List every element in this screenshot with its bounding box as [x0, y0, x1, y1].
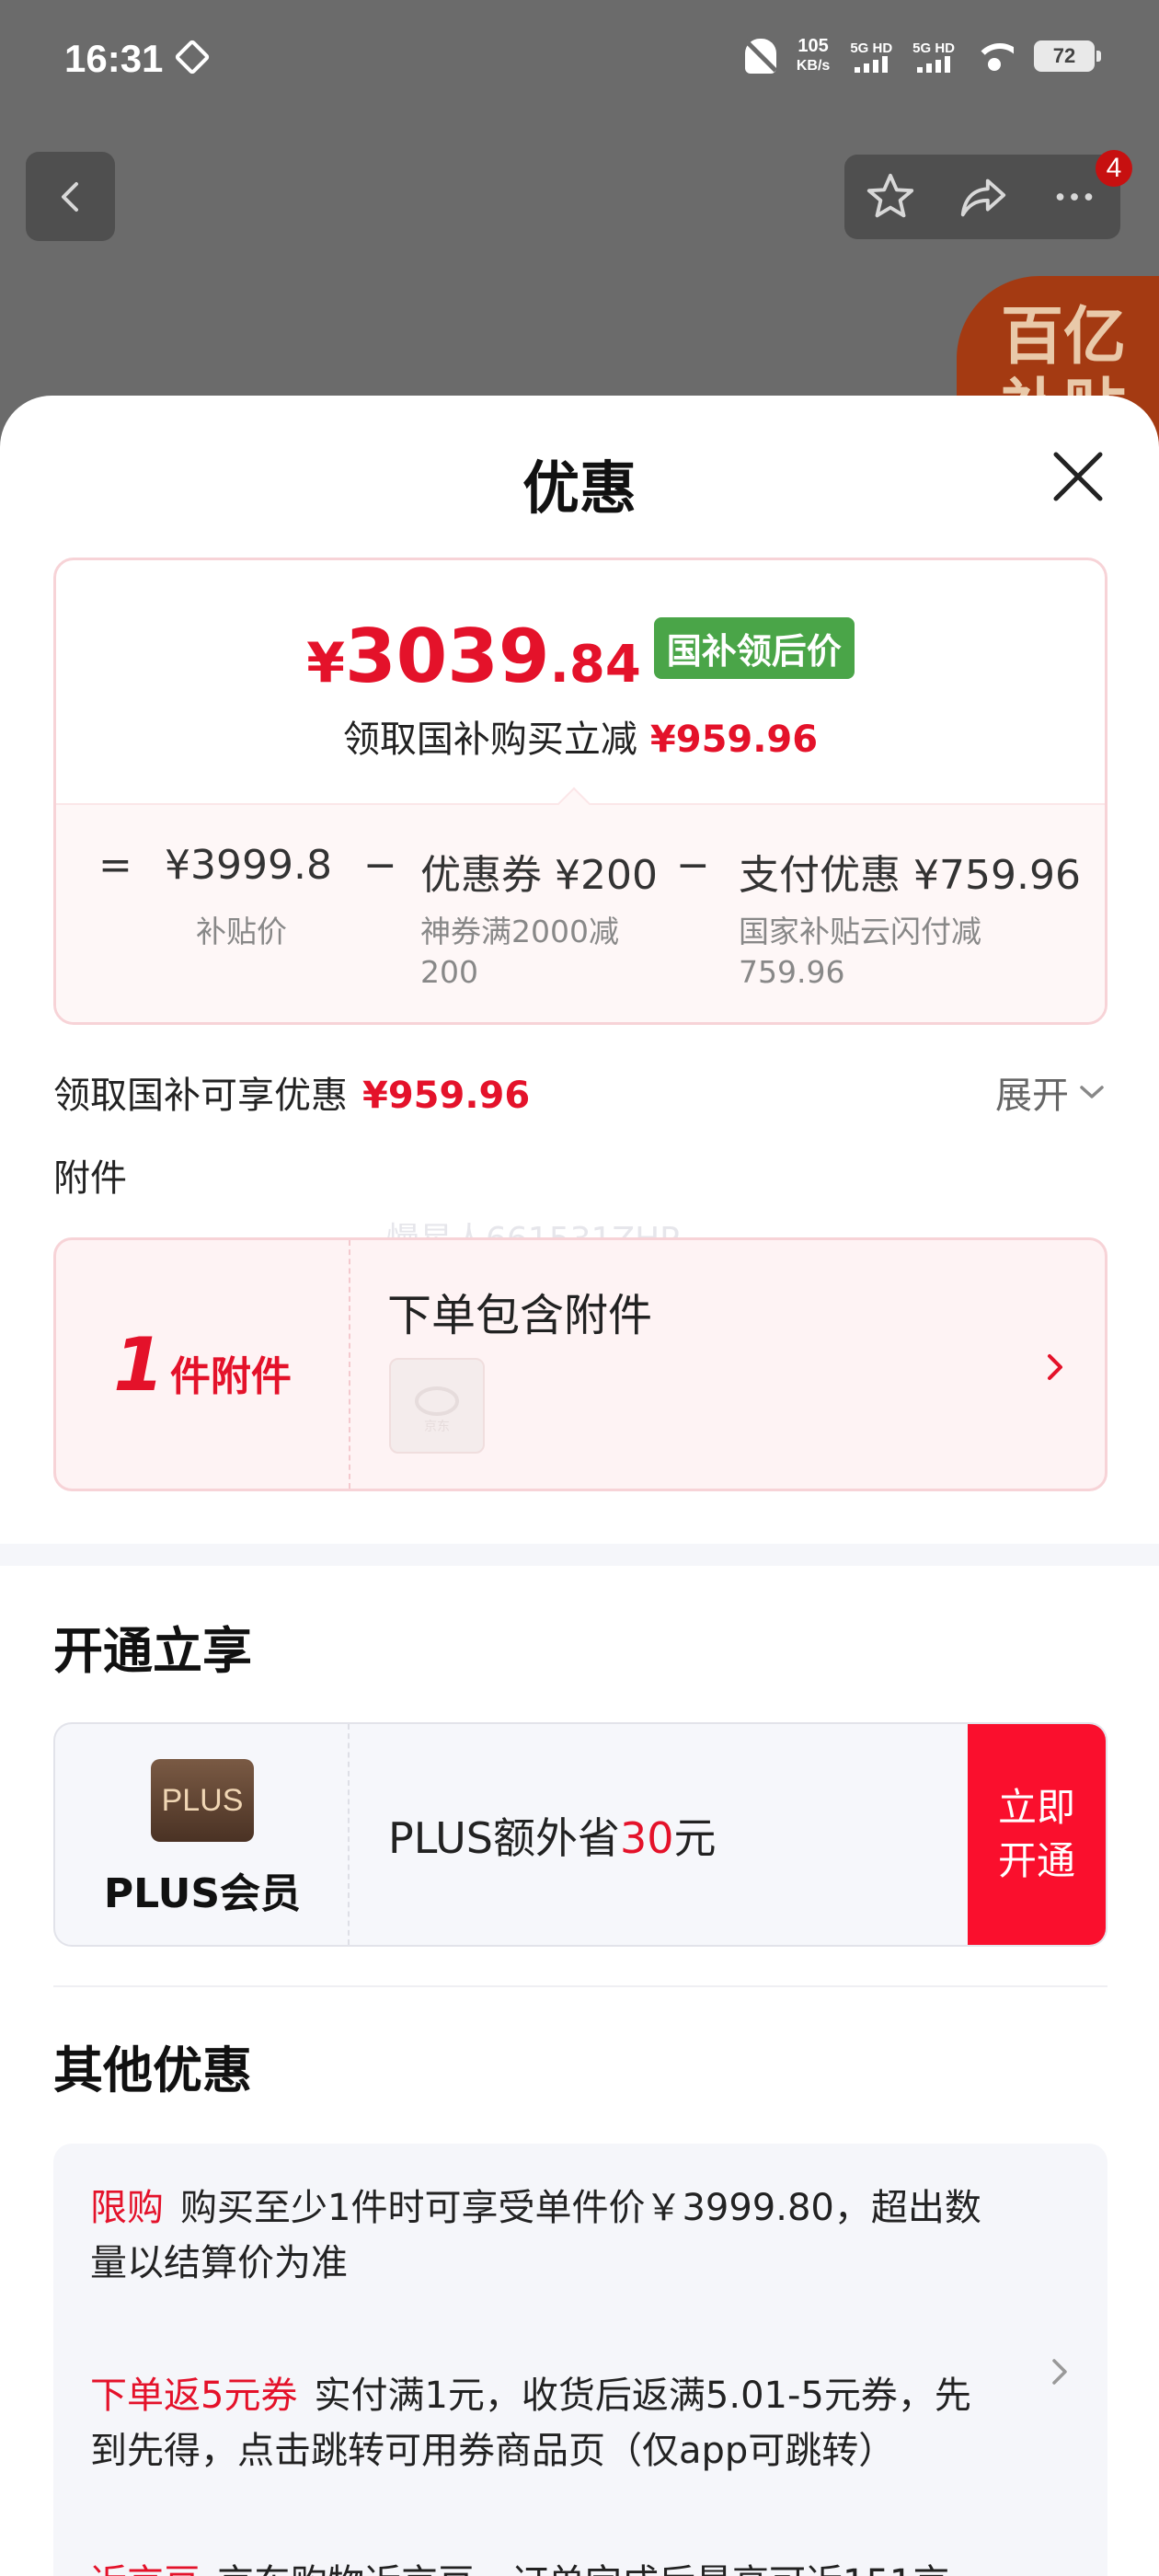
signal-sim1-icon: 5G HD: [850, 40, 892, 73]
price-subtitle-amount: ¥959.96: [649, 719, 819, 761]
payment-discount-desc: 国家补贴云闪付减 759.96: [739, 912, 981, 993]
plus-brand: PLUS PLUS会员: [55, 1724, 350, 1945]
share-icon[interactable]: [956, 170, 1009, 224]
battery-level: 72: [1052, 44, 1076, 67]
other-offers-title: 其他优惠: [53, 2041, 252, 2099]
expand-toggle[interactable]: 展开: [995, 1065, 1106, 1119]
plus-button-line2: 开通: [997, 1838, 1075, 1883]
payment-desc-line1: 国家补贴云闪付减: [739, 914, 981, 949]
close-icon[interactable]: [1049, 447, 1107, 506]
accessory-card[interactable]: 1 件附件 下单包含附件 京东: [53, 1237, 1107, 1491]
offer-text-line2: 量以结算价为准: [90, 2242, 348, 2284]
mute-bell-icon: [744, 39, 776, 74]
notification-badge: 4: [1096, 150, 1132, 187]
accessory-count-unit: 件附件: [169, 1353, 292, 1400]
accessory-title: 下单包含附件: [387, 1290, 653, 1341]
status-bar: 16:31 105 KB/s 5G HD 5G HD 72: [0, 0, 1159, 120]
jd-dog-logo-icon: 京东: [415, 1386, 459, 1434]
offer-text-line1: 实付满1元，收货后返满5.01-5元券，先: [314, 2375, 971, 2417]
back-button[interactable]: [26, 152, 115, 241]
battery-icon: 72: [1034, 40, 1101, 72]
plus-membership-card: PLUS PLUS会员 PLUS额外省30元 立即开通: [53, 1722, 1107, 1947]
base-price-label: 补贴价: [196, 914, 287, 949]
discount-sheet: 优惠 ¥3039.84 国补领后价 领取国补购买立减 ¥959.96 = ¥3999…: [0, 396, 1159, 2576]
accessory-thumbnail: 京东: [389, 1358, 485, 1454]
signal-sim2-icon: 5G HD: [912, 40, 955, 73]
net-speed: 105 KB/s: [797, 37, 830, 75]
accessory-count-number: 1: [113, 1321, 165, 1408]
payment-desc-line2: 759.96: [739, 954, 845, 990]
plus-benefit: PLUS额外省30元: [388, 1805, 717, 1866]
coupon-desc-line1: 神券满2000减: [420, 914, 619, 949]
offer-item-purchase-limit: 限购 购买至少1件时可享受单件价￥3999.80，超出数 量以结算价为准: [90, 2180, 1010, 2291]
plus-logo: PLUS: [151, 1759, 254, 1842]
plus-benefit-prefix: PLUS额外省: [388, 1813, 620, 1863]
accessory-thumb-caption: 京东: [424, 1420, 450, 1434]
coupon-value: 优惠券 ¥200: [420, 852, 658, 899]
price-card: ¥3039.84 国补领后价 领取国补购买立减 ¥959.96 = ¥3999.8 …: [53, 558, 1107, 1025]
membership-section-title: 开通立享: [53, 1622, 252, 1680]
sim1-label: 5G HD: [850, 40, 893, 56]
offer-item-jd-beans: 近京豆 京东购物近京豆，订单完成后最高可近151京: [90, 2556, 1010, 2576]
other-offers-card: 限购 购买至少1件时可享受单件价￥3999.80，超出数 量以结算价为准 下单返5…: [53, 2144, 1107, 2576]
subsidy-amount: ¥959.96: [362, 1075, 531, 1117]
accessory-count: 1 件附件: [56, 1240, 350, 1489]
expand-label: 展开: [995, 1075, 1069, 1117]
price-decimal: .84: [549, 635, 641, 695]
offer-item-return-coupon[interactable]: 下单返5元券 实付满1元，收货后返满5.01-5元券，先 到先得，点击跳转可用券商…: [90, 2368, 1010, 2478]
minus-sign: −: [363, 842, 397, 889]
plus-activate-button[interactable]: 立即 开通: [968, 1724, 1106, 1945]
coupon-desc: 神券满2000减 200: [420, 912, 619, 993]
plus-name: PLUS会员: [103, 1870, 302, 1917]
net-speed-value: 105: [798, 36, 829, 56]
net-speed-unit: KB/s: [796, 58, 831, 74]
price-subtitle-label: 领取国补购买立减: [342, 719, 637, 761]
payment-discount-value: 支付优惠 ¥759.96: [739, 852, 1081, 899]
plus-button-line1: 立即: [997, 1785, 1075, 1830]
offer-tag: 限购: [90, 2187, 164, 2229]
chevron-left-icon: [61, 181, 78, 212]
offer-tag: 近京豆: [90, 2562, 201, 2576]
star-icon[interactable]: [864, 170, 917, 224]
app-indicator-icon: [174, 39, 211, 75]
offer-tag: 下单返5元券: [90, 2375, 298, 2417]
equals-sign: =: [98, 842, 132, 889]
status-time: 16:31: [64, 37, 164, 80]
chevron-down-icon: [1080, 1086, 1104, 1098]
status-icons: 105 KB/s 5G HD 5G HD 72: [744, 37, 1101, 75]
promo-text-line1: 百亿: [1001, 301, 1127, 374]
price-integer: 3039: [344, 614, 550, 699]
more-icon[interactable]: [1048, 170, 1101, 224]
price-currency: ¥: [306, 631, 345, 696]
price-breakdown: = ¥3999.8 补贴价 − 优惠券 ¥200 神券满2000减 200 − …: [56, 803, 1105, 1022]
wifi-icon: [975, 41, 1014, 71]
sheet-title: 优惠: [522, 454, 637, 522]
chevron-right-icon: [1052, 2359, 1067, 2385]
minus-sign: −: [676, 842, 710, 889]
sim2-label: 5G HD: [912, 40, 955, 56]
plus-benefit-suffix: 元: [673, 1813, 717, 1863]
subsidy-row: 领取国补可享优惠 ¥959.96: [53, 1065, 530, 1119]
coupon-desc-line2: 200: [420, 954, 478, 990]
offer-text-line2: 到先得，点击跳转可用券商品页（仅app可跳转）: [90, 2430, 896, 2472]
price-tag: 国补领后价: [653, 617, 855, 679]
base-price-value: ¥3999.8: [165, 842, 332, 889]
plus-benefit-amount: 30: [619, 1813, 674, 1863]
price-subtitle: 领取国补购买立减 ¥959.96: [56, 709, 1105, 763]
header-actions: [844, 155, 1120, 239]
price-summary: ¥3039.84 国补领后价 领取国补购买立减 ¥959.96: [56, 560, 1105, 803]
section-separator: [53, 1985, 1107, 1987]
accessory-section-label: 附件: [53, 1157, 127, 1200]
section-divider: [0, 1544, 1159, 1566]
offer-text-line1: 购买至少1件时可享受单件价￥3999.80，超出数: [180, 2187, 981, 2229]
offer-text-line1: 京东购物近京豆，订单完成后最高可近151京: [217, 2562, 949, 2576]
subsidy-label: 领取国补可享优惠: [53, 1075, 348, 1117]
final-price: ¥3039.84 国补领后价: [56, 614, 1105, 699]
chevron-right-icon: [1048, 1354, 1062, 1380]
